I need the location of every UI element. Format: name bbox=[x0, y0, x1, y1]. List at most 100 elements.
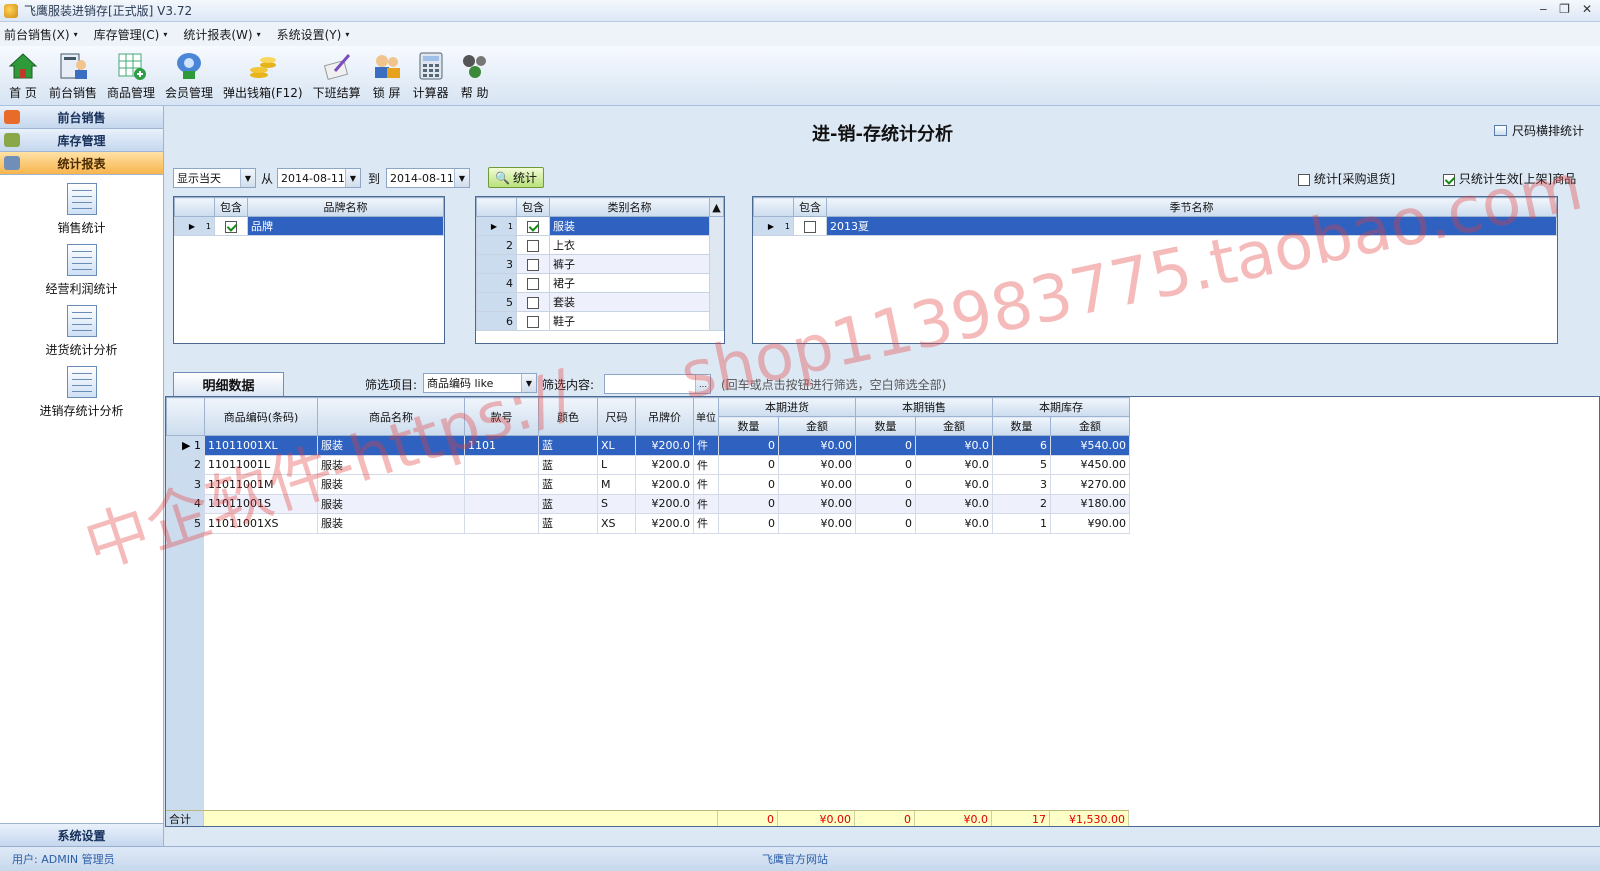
profit-stat-icon bbox=[66, 244, 97, 276]
filter-content-label: 筛选内容: bbox=[542, 378, 595, 392]
purchase-stat-icon bbox=[66, 305, 97, 337]
sidebar-section-front-sales[interactable]: 前台销售 bbox=[0, 106, 163, 129]
column-header: 商品名称 bbox=[317, 397, 465, 436]
table-row[interactable]: 3 11011001M 服装蓝 M ¥200.0 件 0 ¥0.00 0 ¥0.0 3 ¥270.… bbox=[166, 474, 1130, 495]
grid-icon bbox=[1493, 125, 1507, 136]
filter-item-label: 筛选项目: bbox=[365, 378, 418, 392]
category-grid: 包含 类别名称 ▲ ▶ 1 服装 2 上衣 3 裤子 4 裙子 5 套装 6 鞋子 bbox=[475, 196, 725, 344]
pss-stat-icon bbox=[66, 366, 97, 398]
title-bar: 飞鹰服装进销存[正式版] V3.72 ‒ ❐ ✕ bbox=[0, 0, 1600, 22]
from-date[interactable]: 2014-08-11 ▼ bbox=[277, 168, 361, 188]
season-grid: 包含 季节名称 ▶ 1 2013夏 bbox=[752, 196, 1558, 344]
sales-stat-icon bbox=[66, 183, 97, 215]
table-row[interactable]: ▶ 1 11011001XL 服装 1101 蓝 XL ¥200.0 件 0 ¥0.00 0 ¥0… bbox=[166, 435, 1130, 456]
help-button[interactable]: 帮 助 bbox=[454, 47, 496, 105]
settle-icon bbox=[321, 51, 353, 81]
lock-icon bbox=[371, 51, 403, 81]
column-header: 尺码 bbox=[597, 397, 636, 436]
filter-content-input[interactable]: … bbox=[604, 374, 711, 394]
only-active-checkbox[interactable]: 只统计生效[上架]商品 bbox=[1443, 170, 1576, 187]
tab-detail-data[interactable]: 明细数据 bbox=[173, 372, 284, 396]
main-panel: 进-销-存统计分析 尺码横排统计 显示当天 ▼ 从 2014-08-11 ▼ 到 2… bbox=[165, 106, 1600, 846]
help-icon bbox=[459, 51, 491, 81]
column-header: 金额 bbox=[915, 416, 993, 436]
sidebar-item-purchase-stat[interactable]: 进货统计分析 bbox=[0, 305, 163, 358]
menu-front-sales[interactable]: 前台销售(X) ▾ bbox=[4, 26, 78, 43]
table-row[interactable]: 4 裙子 bbox=[476, 273, 724, 293]
filter-button[interactable]: … bbox=[695, 375, 710, 393]
lock-button[interactable]: 锁 屏 bbox=[366, 47, 408, 105]
menu-inventory[interactable]: 库存管理(C) ▾ bbox=[94, 26, 168, 43]
column-header: 金额 bbox=[1050, 416, 1130, 436]
table-row[interactable]: ▶ 1 服装 bbox=[476, 216, 724, 331]
column-header: 包含 bbox=[214, 197, 248, 217]
window-title: 飞鹰服装进销存[正式版] V3.72 bbox=[24, 4, 193, 18]
filter-item-select[interactable]: 商品编码 like ▼ bbox=[423, 373, 537, 393]
stat-button[interactable]: 🔍 统计 bbox=[488, 167, 544, 188]
filter-hint: (回车或点击按钮进行筛选，空白筛选全部) bbox=[721, 378, 947, 392]
inventory-icon bbox=[4, 133, 20, 147]
official-site-link[interactable]: 飞鹰官方网站 bbox=[762, 851, 828, 867]
size-stat-button[interactable]: 尺码横排统计 bbox=[1493, 122, 1584, 139]
settle-button[interactable]: 下班结算 bbox=[308, 47, 366, 105]
pos-icon bbox=[57, 51, 89, 81]
sales-icon bbox=[4, 110, 20, 124]
sidebar-section-reports[interactable]: 统计报表 bbox=[0, 152, 163, 175]
sidebar-section-inventory[interactable]: 库存管理 bbox=[0, 129, 163, 152]
column-header: 本期进货 bbox=[718, 397, 856, 417]
column-header: 包含 bbox=[516, 197, 550, 217]
column-header: 本期销售 bbox=[855, 397, 993, 417]
status-bar: 用户: ADMIN 管理员 飞鹰官方网站 bbox=[0, 846, 1600, 871]
sidebar-item-sales-stat[interactable]: 销售统计 bbox=[0, 183, 163, 236]
member-button[interactable]: 会员管理 bbox=[160, 47, 218, 105]
table-row[interactable]: 3 裤子 bbox=[476, 254, 724, 274]
period-select[interactable]: 显示当天 ▼ bbox=[173, 168, 256, 188]
table-row[interactable]: 5 11011001XS 服装蓝 XS ¥200.0 件 0 ¥0.00 0 ¥0.0 1 ¥90… bbox=[166, 513, 1130, 534]
home-button[interactable]: 首 页 bbox=[2, 47, 44, 105]
brand-grid: 包含 品牌名称 ▶ 1 品牌 bbox=[173, 196, 445, 344]
status-user: 用户: ADMIN 管理员 bbox=[12, 853, 115, 866]
column-header: 包含 bbox=[793, 197, 827, 217]
table-row[interactable]: 2 上衣 bbox=[476, 235, 724, 255]
menu-bar: 前台销售(X) ▾ 库存管理(C) ▾ 统计报表(W) ▾ 系统设置(Y) ▾ bbox=[0, 22, 1600, 46]
row-indicator-column bbox=[166, 534, 204, 810]
sidebar-section-settings[interactable]: 系统设置 bbox=[0, 823, 163, 846]
return-checkbox[interactable]: 统计[采购退货] bbox=[1298, 170, 1395, 187]
from-label: 从 bbox=[261, 172, 274, 186]
reports-icon bbox=[4, 156, 20, 170]
close-button[interactable]: ✕ bbox=[1582, 2, 1592, 16]
calculator-button[interactable]: 计算器 bbox=[408, 47, 454, 105]
sidebar-item-pss-stat[interactable]: 进销存统计分析 bbox=[0, 366, 163, 419]
column-header: 数量 bbox=[718, 416, 779, 436]
include-checkbox[interactable] bbox=[225, 220, 237, 233]
sidebar-item-profit-stat[interactable]: 经营利润统计 bbox=[0, 244, 163, 297]
minimize-button[interactable]: ‒ bbox=[1540, 2, 1548, 16]
table-row[interactable]: 5 套装 bbox=[476, 292, 724, 312]
cash-icon bbox=[247, 51, 279, 81]
table-row[interactable]: ▶ 1 品牌 bbox=[174, 216, 444, 236]
table-row[interactable]: 4 11011001S 服装蓝 S ¥200.0 件 0 ¥0.00 0 ¥0.0 2 ¥180.… bbox=[166, 493, 1130, 514]
table-row[interactable]: 2 11011001L 服装蓝 L ¥200.0 件 0 ¥0.00 0 ¥0.0 5 ¥450.… bbox=[166, 454, 1130, 475]
pos-button[interactable]: 前台销售 bbox=[44, 47, 102, 105]
cash-drawer-button[interactable]: 弹出钱箱(F12) bbox=[218, 47, 308, 105]
app-icon bbox=[4, 3, 18, 18]
goods-icon bbox=[115, 51, 147, 81]
menu-settings[interactable]: 系统设置(Y) ▾ bbox=[277, 26, 350, 43]
scrollbar[interactable]: ▲ bbox=[709, 197, 724, 217]
table-row[interactable]: ▶ 1 2013夏 bbox=[753, 216, 1557, 236]
table-row[interactable]: 6 鞋子 bbox=[476, 311, 724, 331]
column-header: 吊牌价 bbox=[635, 397, 694, 436]
page-title: 进-销-存统计分析 bbox=[812, 124, 953, 145]
column-header: 数量 bbox=[992, 416, 1051, 436]
toolbar: 首 页 前台销售 商品管理 会员管理 弹出钱箱(F12) 下班结算 锁 屏 计算… bbox=[0, 46, 1600, 106]
member-icon bbox=[173, 51, 205, 81]
maximize-button[interactable]: ❐ bbox=[1559, 2, 1570, 16]
goods-button[interactable]: 商品管理 bbox=[102, 47, 160, 105]
home-icon bbox=[7, 51, 39, 81]
column-header: 金额 bbox=[778, 416, 856, 436]
column-header: 数量 bbox=[855, 416, 916, 436]
to-date[interactable]: 2014-08-11 ▼ bbox=[386, 168, 470, 188]
menu-reports[interactable]: 统计报表(W) ▾ bbox=[183, 26, 260, 43]
column-header: 季节名称 bbox=[826, 197, 1557, 217]
column-header: 品牌名称 bbox=[247, 197, 444, 217]
